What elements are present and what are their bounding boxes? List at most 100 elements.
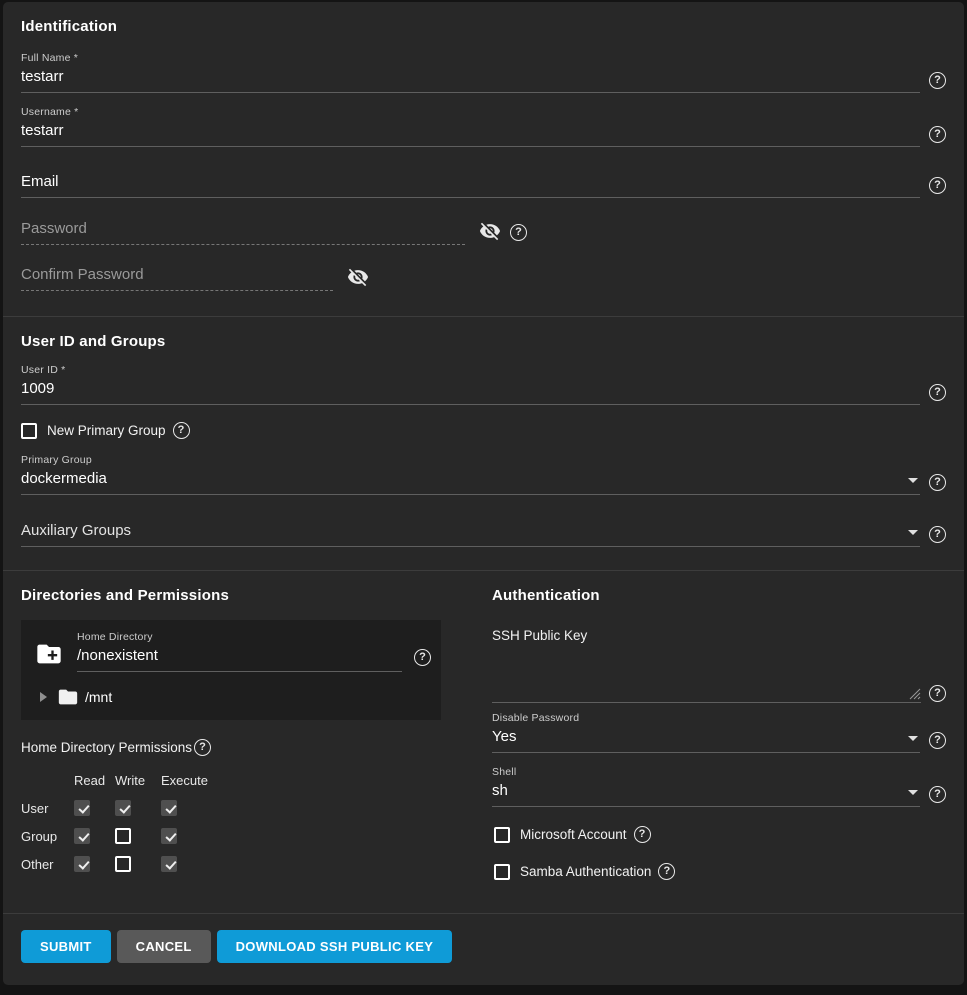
help-icon[interactable] bbox=[658, 863, 675, 880]
email-row bbox=[21, 173, 946, 198]
confirm-password-input[interactable] bbox=[21, 266, 333, 291]
help-icon[interactable] bbox=[929, 177, 946, 194]
cancel-button[interactable]: CANCEL bbox=[117, 930, 211, 963]
email-field bbox=[21, 173, 920, 198]
password-field bbox=[21, 220, 465, 245]
permissions-column-header: Write bbox=[115, 773, 161, 788]
microsoft-account-row: Microsoft Account bbox=[494, 826, 946, 843]
permission-checkbox-user-execute[interactable] bbox=[161, 800, 177, 816]
samba-authentication-checkbox[interactable] bbox=[494, 864, 510, 880]
shell-value: sh bbox=[492, 782, 900, 799]
home-directory-label: Home Directory bbox=[77, 631, 402, 643]
user-id-row: User ID * bbox=[21, 364, 946, 405]
permissions-column-header: Read bbox=[74, 773, 115, 788]
disable-password-row: Disable Password Yes bbox=[492, 712, 946, 753]
full-name-label: Full Name * bbox=[21, 52, 920, 64]
directories-title: Directories and Permissions bbox=[21, 587, 474, 604]
password-row bbox=[21, 220, 549, 245]
submit-button[interactable]: SUBMIT bbox=[21, 930, 111, 963]
permissions-row-label: Group bbox=[21, 829, 74, 844]
new-primary-group-row: New Primary Group bbox=[21, 422, 946, 439]
shell-select[interactable]: Shell sh bbox=[492, 766, 920, 807]
chevron-down-icon bbox=[908, 790, 918, 795]
username-input[interactable] bbox=[21, 122, 920, 147]
expand-arrow-icon[interactable] bbox=[40, 692, 47, 702]
help-icon[interactable] bbox=[929, 72, 946, 89]
full-name-field: Full Name * bbox=[21, 52, 920, 93]
home-directory-box: Home Directory /mnt bbox=[21, 620, 441, 720]
user-id-field: User ID * bbox=[21, 364, 920, 405]
section-directories-authentication: Directories and Permissions Home Directo… bbox=[3, 570, 964, 913]
chevron-down-icon bbox=[908, 478, 918, 483]
new-primary-group-label: New Primary Group bbox=[47, 423, 166, 438]
permissions-table: ReadWriteExecute User Group Other bbox=[21, 773, 474, 872]
identification-title: Identification bbox=[21, 18, 946, 35]
section-user-id-groups: User ID and Groups User ID * New Primary… bbox=[3, 316, 964, 570]
permissions-title-row: Home Directory Permissions bbox=[21, 739, 474, 756]
permissions-column-header: Execute bbox=[161, 773, 223, 788]
resize-handle-icon[interactable] bbox=[907, 686, 921, 700]
permissions-row-label: Other bbox=[21, 857, 74, 872]
permission-checkbox-user-write[interactable] bbox=[115, 800, 131, 816]
authentication-title: Authentication bbox=[492, 587, 946, 604]
section-identification: Identification Full Name * Username * bbox=[3, 2, 964, 316]
auxiliary-groups-row: Auxiliary Groups bbox=[21, 522, 946, 547]
samba-authentication-label: Samba Authentication bbox=[520, 864, 651, 879]
permission-checkbox-group-write[interactable] bbox=[115, 828, 131, 844]
auxiliary-groups-label: Auxiliary Groups bbox=[21, 522, 900, 539]
user-id-groups-title: User ID and Groups bbox=[21, 333, 946, 350]
help-icon[interactable] bbox=[414, 649, 431, 666]
microsoft-account-checkbox[interactable] bbox=[494, 827, 510, 843]
ssh-public-key-row bbox=[492, 645, 946, 703]
permission-checkbox-other-write[interactable] bbox=[115, 856, 131, 872]
primary-group-select[interactable]: Primary Group dockermedia bbox=[21, 454, 920, 495]
help-icon[interactable] bbox=[929, 526, 946, 543]
microsoft-account-label: Microsoft Account bbox=[520, 827, 627, 842]
ssh-public-key-textarea[interactable] bbox=[492, 645, 921, 703]
help-icon[interactable] bbox=[634, 826, 651, 843]
password-input[interactable] bbox=[21, 220, 465, 245]
shell-label: Shell bbox=[492, 766, 920, 778]
create-new-folder-icon[interactable] bbox=[35, 640, 63, 668]
help-icon[interactable] bbox=[929, 685, 946, 702]
primary-group-label: Primary Group bbox=[21, 454, 920, 466]
permissions-title: Home Directory Permissions bbox=[21, 740, 192, 755]
visibility-off-icon[interactable] bbox=[347, 266, 369, 288]
folder-icon bbox=[57, 686, 79, 708]
permission-checkbox-group-read[interactable] bbox=[74, 828, 90, 844]
auxiliary-groups-select[interactable]: Auxiliary Groups bbox=[21, 522, 920, 547]
help-icon[interactable] bbox=[929, 732, 946, 749]
permissions-row-label: User bbox=[21, 801, 74, 816]
full-name-row: Full Name * bbox=[21, 52, 946, 93]
help-icon[interactable] bbox=[929, 126, 946, 143]
visibility-off-icon[interactable] bbox=[479, 220, 501, 242]
chevron-down-icon bbox=[908, 736, 918, 741]
home-directory-field: Home Directory bbox=[77, 631, 402, 672]
help-icon[interactable] bbox=[194, 739, 211, 756]
email-input[interactable] bbox=[21, 173, 920, 198]
user-id-label: User ID * bbox=[21, 364, 920, 376]
help-icon[interactable] bbox=[929, 474, 946, 491]
tree-item-mnt[interactable]: /mnt bbox=[33, 686, 431, 708]
permission-checkbox-other-execute[interactable] bbox=[161, 856, 177, 872]
authentication-column: Authentication SSH Public Key Disable Pa… bbox=[492, 587, 946, 880]
permission-checkbox-other-read[interactable] bbox=[74, 856, 90, 872]
permission-checkbox-group-execute[interactable] bbox=[161, 828, 177, 844]
download-ssh-public-key-button[interactable]: DOWNLOAD SSH PUBLIC KEY bbox=[217, 930, 453, 963]
home-directory-input[interactable] bbox=[77, 647, 402, 672]
disable-password-select[interactable]: Disable Password Yes bbox=[492, 712, 920, 753]
full-name-input[interactable] bbox=[21, 68, 920, 93]
samba-authentication-row: Samba Authentication bbox=[494, 863, 946, 880]
chevron-down-icon bbox=[908, 530, 918, 535]
new-primary-group-checkbox[interactable] bbox=[21, 423, 37, 439]
help-icon[interactable] bbox=[929, 384, 946, 401]
username-label: Username * bbox=[21, 106, 920, 118]
primary-group-value: dockermedia bbox=[21, 470, 900, 487]
username-field: Username * bbox=[21, 106, 920, 147]
help-icon[interactable] bbox=[510, 224, 527, 241]
help-icon[interactable] bbox=[173, 422, 190, 439]
permission-checkbox-user-read[interactable] bbox=[74, 800, 90, 816]
user-id-input[interactable] bbox=[21, 380, 920, 405]
help-icon[interactable] bbox=[929, 786, 946, 803]
home-directory-row: Home Directory bbox=[33, 631, 431, 672]
